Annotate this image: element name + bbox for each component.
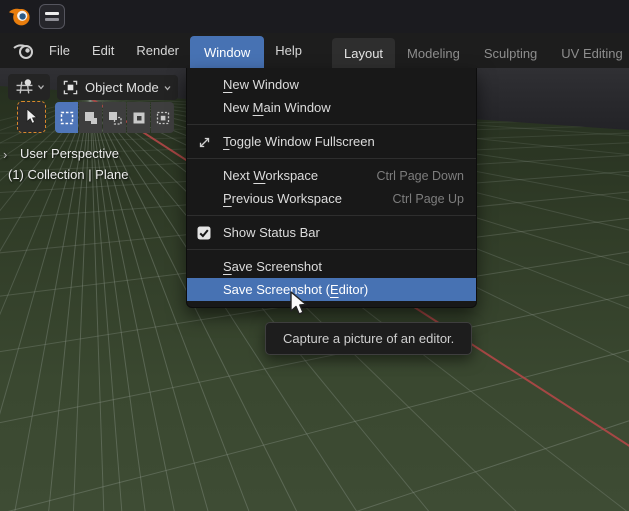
checkbox-checked-icon	[196, 225, 212, 241]
select-box-tool-button[interactable]	[17, 101, 46, 133]
menubar-menu-render[interactable]: Render	[125, 33, 190, 68]
menu-item-label: Previous Workspace	[223, 191, 342, 206]
menu-item-next-workspace[interactable]: Next Workspace Ctrl Page Down	[187, 164, 476, 187]
menu-item-label: New Main Window	[223, 100, 331, 115]
select-mode-group	[55, 102, 174, 133]
blender-logo-icon	[9, 8, 30, 26]
menu-item-new-main-window[interactable]: New Main Window	[187, 96, 476, 119]
menu-item-label: New Window	[223, 77, 299, 92]
menubar-menu-help[interactable]: Help	[264, 33, 313, 68]
select-mode-extend-button[interactable]	[79, 102, 102, 133]
menubar-menu-window[interactable]: Window	[190, 36, 265, 68]
menu-item-label: Toggle Window Fullscreen	[223, 134, 375, 149]
select-mode-extend-icon	[84, 111, 97, 124]
menu-item-save-screenshot[interactable]: Save Screenshot	[187, 255, 476, 278]
tooltip-text: Capture a picture of an editor.	[283, 331, 455, 346]
active-object-label: (1) Collection | Plane	[8, 167, 129, 182]
menu-item-label: Save Screenshot	[223, 259, 323, 274]
object-icon	[63, 80, 78, 95]
menu-item-previous-workspace[interactable]: Previous Workspace Ctrl Page Up	[187, 187, 476, 210]
mode-selector-dropdown[interactable]: Object Mode	[57, 75, 178, 100]
menu-item-toggle-window-fullscreen[interactable]: Toggle Window Fullscreen	[187, 130, 476, 153]
select-mode-invert-button[interactable]	[127, 102, 150, 133]
menu-separator	[187, 249, 476, 250]
mode-selector-label: Object Mode	[85, 80, 159, 95]
editor-type-button[interactable]	[8, 74, 50, 100]
select-mode-invert-icon	[133, 112, 144, 123]
menu-item-label: Next Workspace	[223, 168, 319, 183]
menu-separator	[187, 158, 476, 159]
app-menu-icon[interactable]	[39, 4, 65, 29]
tab-modeling[interactable]: Modeling	[395, 38, 472, 68]
tab-layout[interactable]: Layout	[332, 38, 396, 68]
menubar-menus: File Edit Render Window Help	[38, 33, 313, 68]
menubar-menu-file[interactable]: File	[38, 33, 81, 68]
select-mode-set-button[interactable]	[55, 102, 78, 133]
view-name-label: User Perspective	[20, 146, 119, 161]
menu-item-new-window[interactable]: New Window	[187, 73, 476, 96]
menu-separator	[187, 215, 476, 216]
menu-item-label: Show Status Bar	[223, 225, 320, 240]
chevron-down-icon	[164, 85, 171, 91]
workspace-tabs: Layout Modeling Sculpting UV Editing	[332, 33, 629, 68]
select-mode-intersect-icon	[156, 111, 169, 124]
tab-sculpting[interactable]: Sculpting	[472, 38, 549, 68]
select-mode-subtract-icon	[108, 111, 122, 125]
menu-item-shortcut: Ctrl Page Up	[392, 191, 464, 206]
tab-uv-editing[interactable]: UV Editing	[549, 38, 629, 68]
tooltip: Capture a picture of an editor.	[265, 322, 473, 355]
menubar-menu-edit[interactable]: Edit	[81, 33, 125, 68]
blender-logo-mono-icon[interactable]	[12, 41, 36, 61]
select-mode-set-icon	[60, 111, 73, 124]
menu-item-show-status-bar[interactable]: Show Status Bar	[187, 221, 476, 244]
cursor-arrow-icon	[26, 108, 38, 124]
blender-menubar: File Edit Render Window Help Layout Modeling S…	[0, 33, 629, 68]
window-menu-dropdown: New Window New Main Window Toggle Window F…	[186, 68, 477, 308]
overlay-collapse-chevron[interactable]: ›	[3, 147, 7, 162]
os-top-bar	[0, 0, 629, 33]
chevron-down-icon	[37, 85, 44, 90]
viewport-editor-icon	[16, 79, 32, 94]
select-mode-intersect-button[interactable]	[151, 102, 174, 133]
menu-item-save-screenshot-editor[interactable]: Save Screenshot (Editor)	[187, 278, 476, 301]
menu-item-shortcut: Ctrl Page Down	[376, 168, 464, 183]
menu-separator	[187, 124, 476, 125]
select-mode-subtract-button[interactable]	[103, 102, 126, 133]
fullscreen-icon	[196, 134, 212, 150]
mouse-cursor	[290, 291, 307, 315]
